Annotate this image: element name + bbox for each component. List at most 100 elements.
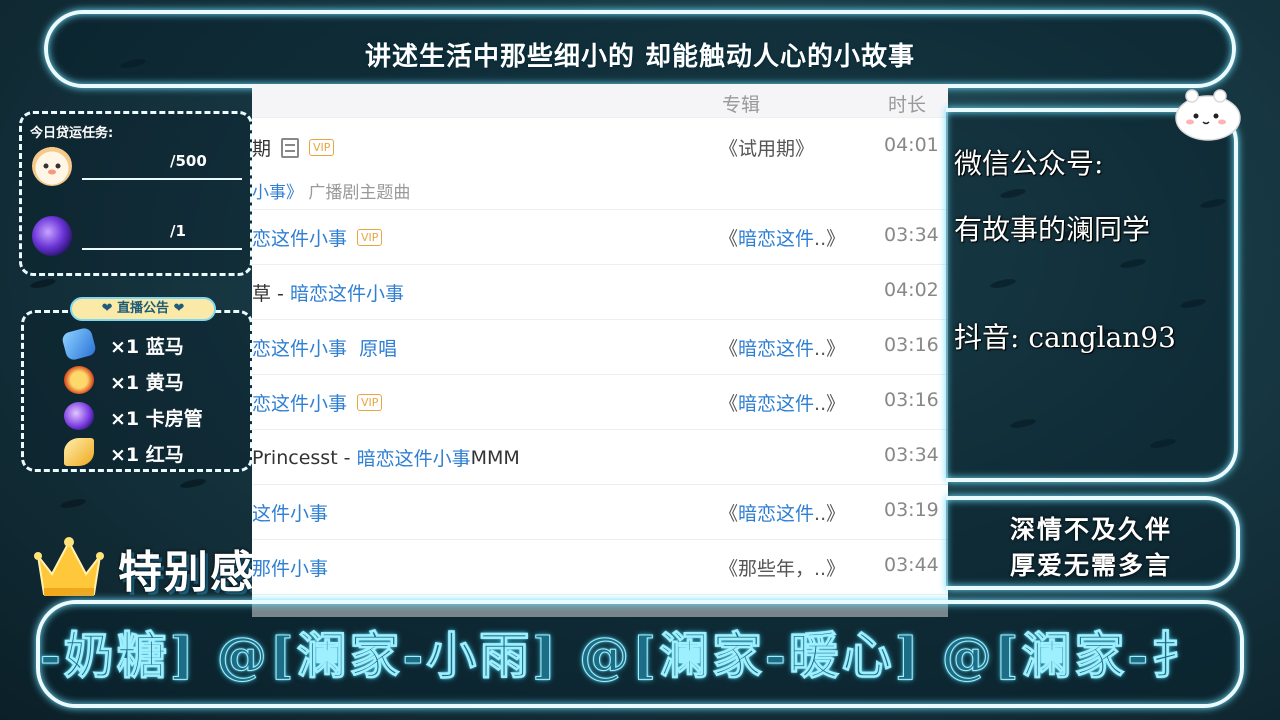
wechat-label: 微信公众号: [954,147,1104,180]
album-prefix: 《 [719,503,739,525]
song-album[interactable]: 《暗恋这件..》 [719,389,845,416]
special-thanks-label: 特别感 [118,547,252,598]
album-suffix: ..》 [814,503,846,525]
song-album[interactable]: 《那些年，..》 [719,554,845,581]
song-title-link[interactable]: 恋这件小事 [252,224,347,251]
song-title[interactable]: 那件小事 [252,554,328,581]
song-row[interactable]: 期 VIP 小事》 广播剧主题曲 《试用期》 04:01 [252,118,948,210]
music-list: 专辑 时长 期 VIP 小事》 广播剧主题曲 《试用期》 04:01 恋这件小事… [252,84,948,617]
notice-item-text: ×1 黄马 [110,372,184,394]
song-row[interactable]: 这件小事 《暗恋这件..》 03:19 [252,485,948,540]
task-progress-count: /1 [170,222,186,240]
song-row[interactable]: Princesst - 暗恋这件小事 MMM 03:34 [252,430,948,485]
notice-item-text: ×1 红马 [110,444,184,466]
daily-task-panel: 今日贷运任务: /500 /1 [19,111,253,276]
song-title-text: 期 [252,138,272,160]
chick-avatar-icon [32,146,72,186]
marquee-text: -奶糖] @[澜家-小雨] @[澜家-暖心] @[澜家-扌 [40,626,1205,686]
purple-gem-icon [64,402,94,430]
song-duration: 03:34 [884,444,939,466]
song-title[interactable]: 恋这件小事 VIP [252,224,383,251]
song-title-link[interactable]: 暗恋这件小事 [357,444,471,471]
notice-item: ×1 蓝马 [60,326,244,362]
vip-badge: VIP [309,139,335,156]
song-duration: 03:19 [884,499,939,521]
song-duration: 03:44 [884,554,939,576]
song-duration: 03:34 [884,224,939,246]
notice-item: ×1 黄马 [64,364,244,396]
song-title-link[interactable]: 那件小事 [252,554,328,581]
song-title[interactable]: 恋这件小事 VIP [252,389,383,416]
song-row[interactable]: 恋这件小事 原唱 《暗恋这件..》 03:16 [252,320,948,375]
crown-gift-icon [64,366,94,394]
notice-item: ×1 红马 [64,436,244,468]
banner-title: 讲述生活中那些细小的 却能触动人心的小故事 [364,42,916,72]
song-album[interactable]: 《暗恋这件..》 [719,224,845,251]
task-progress-count: /500 [170,152,207,170]
song-title-text: Princesst - [252,446,357,469]
song-title-text: 草 - [252,283,290,305]
motto-line-2: 厚爱无需多言 [1009,551,1172,580]
notice-item-text: ×1 蓝马 [110,336,184,358]
song-title[interactable]: 草 - 暗恋这件小事 [252,279,404,306]
motto-panel: 深情不及久伴 厚爱无需多言 [946,496,1240,590]
thanks-marquee: -奶糖] @[澜家-小雨] @[澜家-暖心] @[澜家-扌 [36,600,1244,708]
album-prefix: 《 [719,228,739,250]
song-title[interactable]: Princesst - 暗恋这件小事 MMM [252,444,520,471]
seal-mascot-icon [1175,89,1241,141]
notice-item-text: ×1 卡房管 [110,408,203,430]
song-title[interactable]: 恋这件小事 原唱 [252,334,397,361]
song-title-link[interactable]: 暗恋这件小事 [290,279,404,306]
duration-column-header[interactable]: 时长 [888,90,926,117]
vip-badge: VIP [357,229,383,246]
song-row[interactable]: 草 - 暗恋这件小事 04:02 [252,265,948,320]
vip-badge: VIP [357,394,383,411]
song-album[interactable]: 《试用期》 [719,134,814,161]
song-duration: 03:16 [884,389,939,411]
notice-item: ×1 卡房管 [64,400,244,432]
subtitle-text: 广播剧主题曲 [308,183,411,203]
album-link[interactable]: 暗恋这件 [738,338,814,360]
song-row[interactable]: 那件小事 《那些年，..》 03:44 [252,540,948,595]
douyin-account: 抖音: canglan93 [954,321,1176,354]
album-prefix: 《 [719,393,739,415]
live-notice-badge: ❤ 直播公告 ❤ [70,297,216,321]
song-row[interactable]: 恋这件小事 VIP 《暗恋这件..》 03:16 [252,375,948,430]
task-progress-line [82,178,242,180]
song-title-suffix: MMM [470,446,520,469]
album-link[interactable]: 暗恋这件 [738,393,814,415]
task-progress-line [82,248,242,250]
album-suffix: ..》 [814,228,846,250]
task-row: /500 [30,144,250,188]
mv-icon[interactable] [281,137,300,158]
list-header: 专辑 时长 [252,84,948,118]
song-title[interactable]: 期 VIP [252,134,335,161]
task-panel-title: 今日贷运任务: [30,126,114,141]
song-subtitle: 小事》 广播剧主题曲 [252,178,410,203]
top-banner: 讲述生活中那些细小的 却能触动人心的小故事 [44,10,1236,88]
song-title-link[interactable]: 恋这件小事 [252,389,347,416]
motto-line-1: 深情不及久伴 [1009,515,1172,544]
song-title-link[interactable]: 恋这件小事 原唱 [252,334,397,361]
ticket-icon [60,326,98,362]
song-duration: 03:16 [884,334,939,356]
album-suffix: ..》 [814,393,846,415]
subtitle-link[interactable]: 小事》 [252,183,303,203]
wechat-account-name: 有故事的澜同学 [954,213,1151,246]
song-row[interactable]: 恋这件小事 VIP 《暗恋这件..》 03:34 [252,210,948,265]
album-column-header[interactable]: 专辑 [722,90,760,117]
song-title[interactable]: 这件小事 [252,499,328,526]
task-row: /1 [30,214,250,258]
song-duration: 04:02 [884,279,939,301]
album-prefix: 《 [719,338,739,360]
song-duration: 04:01 [884,134,939,156]
album-link[interactable]: 暗恋这件 [738,503,814,525]
song-album[interactable]: 《暗恋这件..》 [719,334,845,361]
song-album[interactable]: 《暗恋这件..》 [719,499,845,526]
album-link[interactable]: 暗恋这件 [738,228,814,250]
purple-orb-icon [32,216,72,256]
song-title-link[interactable]: 这件小事 [252,499,328,526]
contact-info-panel: 微信公众号: 有故事的澜同学 抖音: canglan93 [946,108,1238,482]
crown-icon [34,537,104,596]
album-suffix: ..》 [814,338,846,360]
